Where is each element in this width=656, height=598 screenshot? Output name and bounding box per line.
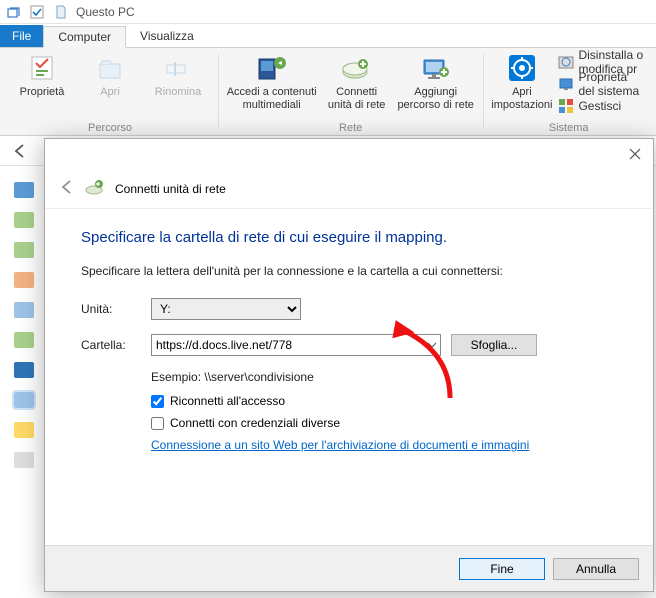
cmd-rename-label: Rinomina xyxy=(155,86,201,99)
cmd-media-access[interactable]: Accedi a contenuti multimediali xyxy=(227,50,317,111)
map-drive-icon xyxy=(341,52,373,84)
sidebar-strip xyxy=(0,168,44,598)
dialog-icon xyxy=(85,177,105,200)
cmd-media-label: Accedi a contenuti multimediali xyxy=(227,86,317,111)
dialog-subheading: Specificare la lettera dell'unità per la… xyxy=(81,264,617,278)
cmd-properties[interactable]: Proprietà xyxy=(10,50,74,99)
documents-link[interactable]: Connessione a un sito Web per l'archivia… xyxy=(151,438,529,452)
rename-icon xyxy=(162,52,194,84)
group-network-label: Rete xyxy=(227,120,475,136)
qat-restore-icon[interactable] xyxy=(4,3,22,21)
ribbon-tabstrip: File Computer Visualizza xyxy=(0,24,656,48)
group-location-label: Percorso xyxy=(10,120,210,136)
cmd-sysprops[interactable]: Proprietà del sistema xyxy=(556,74,646,94)
nav-back-button[interactable] xyxy=(8,139,32,163)
drive-label: Unità: xyxy=(81,302,141,316)
tab-file[interactable]: File xyxy=(0,25,43,47)
properties-icon xyxy=(26,52,58,84)
open-icon xyxy=(94,52,126,84)
group-system-label: Sistema xyxy=(491,120,646,136)
dialog-close-button[interactable] xyxy=(625,144,645,164)
tab-view[interactable]: Visualizza xyxy=(126,25,208,47)
finish-button[interactable]: Fine xyxy=(459,558,545,580)
folder-label: Cartella: xyxy=(81,338,141,352)
cmd-open-settings[interactable]: Apri impostazioni xyxy=(491,50,552,111)
tab-computer[interactable]: Computer xyxy=(43,26,126,48)
folder-example: Esempio: \\server\condivisione xyxy=(151,370,617,384)
cmd-properties-label: Proprietà xyxy=(20,86,65,99)
cmd-settings-label: Apri impostazioni xyxy=(491,86,552,111)
window-title: Questo PC xyxy=(76,5,135,19)
cmd-manage-label: Gestisci xyxy=(578,99,621,113)
cmd-open: Apri xyxy=(78,50,142,99)
map-drive-dialog: Connetti unità di rete Specificare la ca… xyxy=(44,138,654,592)
qat-check-icon[interactable] xyxy=(28,3,46,21)
cmd-add-netloc[interactable]: Aggiungi percorso di rete xyxy=(397,50,475,111)
title-bar: Questo PC xyxy=(0,0,656,24)
settings-icon xyxy=(506,52,538,84)
cmd-map-drive-label: Connetti unità di rete xyxy=(328,86,385,111)
cmd-rename: Rinomina xyxy=(146,50,210,99)
browse-button[interactable]: Sfoglia... xyxy=(451,334,537,356)
ribbon: Proprietà Apri Rinomina Percorso xyxy=(0,48,656,136)
dialog-heading: Specificare la cartella di rete di cui e… xyxy=(81,229,617,246)
uninstall-icon xyxy=(558,54,574,70)
cmd-add-netloc-label: Aggiungi percorso di rete xyxy=(397,86,473,111)
drive-select[interactable]: Y: xyxy=(151,298,301,320)
cmd-map-drive[interactable]: Connetti unità di rete xyxy=(321,50,393,111)
add-netloc-icon xyxy=(420,52,452,84)
manage-icon xyxy=(558,98,574,114)
qat-page-icon[interactable] xyxy=(52,3,70,21)
reconnect-label: Riconnetti all'accesso xyxy=(170,394,285,408)
dialog-back-button[interactable] xyxy=(59,179,75,198)
reconnect-checkbox[interactable] xyxy=(151,395,164,408)
cmd-uninstall[interactable]: Disinstalla o modifica pr xyxy=(556,52,646,72)
sysprops-icon xyxy=(558,76,574,92)
media-icon xyxy=(256,52,288,84)
diff-creds-checkbox[interactable] xyxy=(151,417,164,430)
cmd-sysprops-label: Proprietà del sistema xyxy=(578,70,644,98)
dialog-title: Connetti unità di rete xyxy=(115,182,226,196)
cancel-button[interactable]: Annulla xyxy=(553,558,639,580)
diff-creds-label: Connetti con credenziali diverse xyxy=(170,416,340,430)
cmd-manage[interactable]: Gestisci xyxy=(556,96,646,116)
folder-input[interactable] xyxy=(151,334,441,356)
cmd-open-label: Apri xyxy=(100,86,120,99)
